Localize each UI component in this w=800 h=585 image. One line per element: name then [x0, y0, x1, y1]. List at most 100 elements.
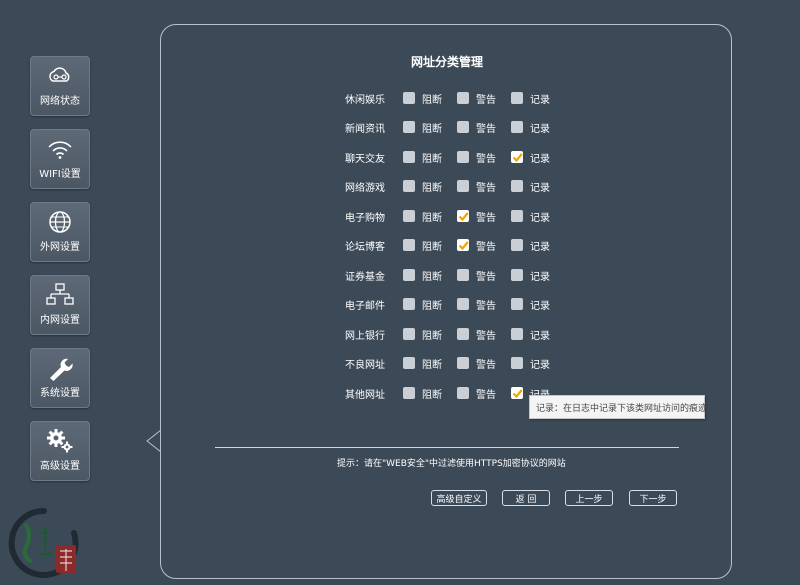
log-option[interactable]: 记录	[511, 268, 550, 283]
warn-option[interactable]: 警告	[457, 179, 496, 194]
sidebar-item-lan[interactable]: 内网设置	[30, 275, 90, 335]
block-option[interactable]: 阻断	[403, 209, 442, 224]
log-checkbox[interactable]	[511, 92, 523, 104]
warn-option[interactable]: 警告	[457, 297, 496, 312]
log-checkbox[interactable]	[511, 328, 523, 340]
warn-checkbox[interactable]	[457, 239, 469, 251]
warn-label: 警告	[476, 389, 496, 401]
log-checkbox[interactable]	[511, 387, 523, 399]
gears-icon	[45, 428, 75, 454]
divider	[215, 447, 679, 448]
sidebar-item-label: 网络状态	[40, 96, 80, 107]
block-checkbox[interactable]	[403, 357, 415, 369]
advanced-custom-button[interactable]: 高级自定义	[431, 490, 487, 506]
warn-checkbox[interactable]	[457, 387, 469, 399]
log-checkbox[interactable]	[511, 180, 523, 192]
block-checkbox[interactable]	[403, 239, 415, 251]
warn-option[interactable]: 警告	[457, 150, 496, 165]
sidebar-item-advanced[interactable]: 高级设置	[30, 421, 90, 481]
globe-icon	[45, 209, 75, 235]
log-option[interactable]: 记录	[511, 327, 550, 342]
block-checkbox[interactable]	[403, 210, 415, 222]
lan-topology-icon	[45, 282, 75, 308]
block-checkbox[interactable]	[403, 92, 415, 104]
prev-step-button[interactable]: 上一步	[565, 490, 613, 506]
log-label: 记录	[530, 359, 550, 371]
log-checkbox[interactable]	[511, 151, 523, 163]
log-option[interactable]: 记录	[511, 150, 550, 165]
log-option[interactable]: 记录	[511, 297, 550, 312]
block-checkbox[interactable]	[403, 180, 415, 192]
warn-checkbox[interactable]	[457, 210, 469, 222]
block-checkbox[interactable]	[403, 298, 415, 310]
log-option[interactable]: 记录	[511, 120, 550, 135]
block-option[interactable]: 阻断	[403, 150, 442, 165]
warn-checkbox[interactable]	[457, 269, 469, 281]
log-option[interactable]: 记录	[511, 209, 550, 224]
back-button[interactable]: 返 回	[502, 490, 550, 506]
log-checkbox[interactable]	[511, 269, 523, 281]
sidebar-item-network-status[interactable]: 网络状态	[30, 56, 90, 116]
block-checkbox[interactable]	[403, 387, 415, 399]
log-checkbox[interactable]	[511, 357, 523, 369]
log-label: 记录	[530, 94, 550, 106]
warn-checkbox[interactable]	[457, 357, 469, 369]
warn-option[interactable]: 警告	[457, 268, 496, 283]
warn-checkbox[interactable]	[457, 151, 469, 163]
log-label: 记录	[530, 241, 550, 253]
log-label: 记录	[530, 182, 550, 194]
page-title: 网址分类管理	[410, 55, 483, 69]
warn-label: 警告	[476, 330, 496, 342]
block-checkbox[interactable]	[403, 151, 415, 163]
sidebar-item-label: 内网设置	[40, 315, 80, 326]
block-checkbox[interactable]	[403, 328, 415, 340]
warn-checkbox[interactable]	[457, 328, 469, 340]
log-option[interactable]: 记录	[511, 238, 550, 253]
warn-option[interactable]: 警告	[457, 386, 496, 401]
log-option[interactable]: 记录	[511, 179, 550, 194]
sidebar-item-system[interactable]: 系统设置	[30, 348, 90, 408]
log-label: 记录	[530, 123, 550, 135]
log-option[interactable]: 记录	[511, 91, 550, 106]
warn-option[interactable]: 警告	[457, 91, 496, 106]
block-checkbox[interactable]	[403, 121, 415, 133]
warn-label: 警告	[476, 300, 496, 312]
log-option[interactable]: 记录	[511, 356, 550, 371]
warn-option[interactable]: 警告	[457, 120, 496, 135]
block-option[interactable]: 阻断	[403, 238, 442, 253]
sidebar-item-wifi[interactable]: WIFI设置	[30, 129, 90, 189]
block-option[interactable]: 阻断	[403, 268, 442, 283]
wrench-icon	[45, 355, 75, 381]
warn-option[interactable]: 警告	[457, 209, 496, 224]
sidebar-item-wan[interactable]: 外网设置	[30, 202, 90, 262]
checkmark-icon	[512, 388, 523, 398]
warn-checkbox[interactable]	[457, 298, 469, 310]
log-label: 记录	[530, 271, 550, 283]
log-checkbox[interactable]	[511, 121, 523, 133]
block-option[interactable]: 阻断	[403, 120, 442, 135]
block-option[interactable]: 阻断	[403, 356, 442, 371]
warn-label: 警告	[476, 359, 496, 371]
next-step-button[interactable]: 下一步	[629, 490, 677, 506]
warn-option[interactable]: 警告	[457, 356, 496, 371]
block-checkbox[interactable]	[403, 269, 415, 281]
block-option[interactable]: 阻断	[403, 179, 442, 194]
sidebar-item-label: 高级设置	[40, 461, 80, 472]
warn-option[interactable]: 警告	[457, 238, 496, 253]
block-label: 阻断	[422, 123, 442, 135]
block-option[interactable]: 阻断	[403, 91, 442, 106]
log-label: 记录	[530, 212, 550, 224]
log-checkbox[interactable]	[511, 298, 523, 310]
block-option[interactable]: 阻断	[403, 327, 442, 342]
log-tooltip: 记录：在日志中记录下该类网址访问的痕迹	[529, 395, 707, 419]
block-option[interactable]: 阻断	[403, 386, 442, 401]
block-option[interactable]: 阻断	[403, 297, 442, 312]
warn-label: 警告	[476, 241, 496, 253]
warn-label: 警告	[476, 271, 496, 283]
log-checkbox[interactable]	[511, 239, 523, 251]
warn-option[interactable]: 警告	[457, 327, 496, 342]
warn-checkbox[interactable]	[457, 121, 469, 133]
warn-checkbox[interactable]	[457, 92, 469, 104]
log-checkbox[interactable]	[511, 210, 523, 222]
warn-checkbox[interactable]	[457, 180, 469, 192]
